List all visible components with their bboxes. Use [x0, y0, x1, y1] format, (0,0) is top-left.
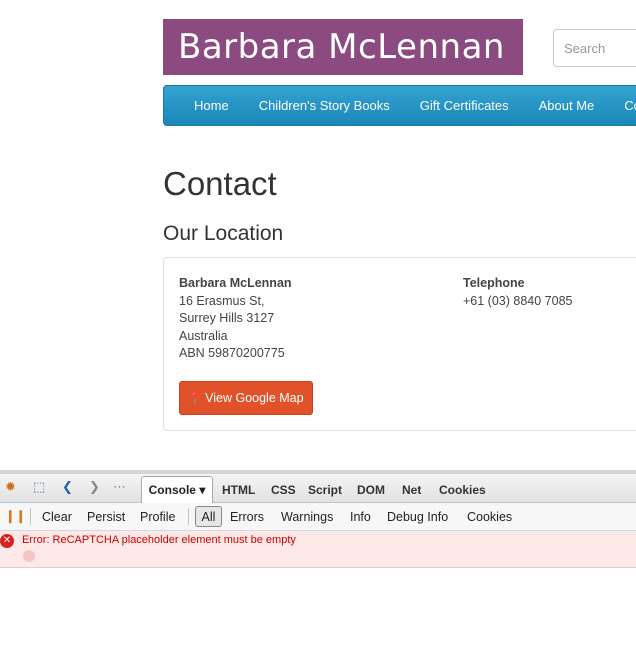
error-icon: ✕ [0, 534, 14, 548]
telephone-block: Telephone +61 (03) 8840 7085 [463, 275, 572, 310]
page-title: Contact [163, 165, 277, 202]
break-on-error-icon[interactable]: ❙❙ [5, 508, 26, 523]
console-error-row[interactable]: ✕ Error: ReCAPTCHA placeholder element m… [0, 531, 636, 568]
view-google-map-button[interactable]: 📍 View Google Map [179, 381, 313, 415]
toolbar-divider [30, 508, 31, 525]
tab-css[interactable]: CSS [271, 483, 296, 497]
address-block: Barbara McLennan 16 Erasmus St, Surrey H… [179, 275, 292, 363]
nav-childrens-story-books[interactable]: Children's Story Books [259, 98, 390, 113]
devtools-toolbar: ✹ ⬚ ❮ ❯ ⋯ Console ▾ HTML CSS Script DOM … [0, 474, 636, 503]
toolbar-divider [188, 508, 189, 525]
business-name: Barbara McLennan [179, 276, 292, 290]
tab-net[interactable]: Net [402, 483, 421, 497]
firebug-bug-icon[interactable]: ✹ [5, 480, 16, 495]
abn-number: ABN 59870200775 [179, 346, 285, 360]
expand-dot-icon[interactable] [23, 550, 35, 562]
location-panel: Barbara McLennan 16 Erasmus St, Surrey H… [163, 257, 636, 431]
search-input[interactable] [553, 29, 636, 67]
nav-contact[interactable]: Contact [624, 98, 636, 113]
filter-errors-button[interactable]: Errors [230, 510, 264, 524]
filter-info-button[interactable]: Info [350, 510, 371, 524]
telephone-label: Telephone [463, 276, 525, 290]
tab-dom[interactable]: DOM [357, 483, 385, 497]
filter-all-button[interactable]: All [195, 506, 222, 527]
persist-button[interactable]: Persist [87, 510, 125, 524]
error-message[interactable]: Error: ReCAPTCHA placeholder element mus… [22, 534, 296, 546]
profile-button[interactable]: Profile [140, 510, 175, 524]
console-toolbar: ❙❙ Clear Persist Profile All Errors Warn… [0, 503, 636, 531]
site-logo[interactable]: Barbara McLennan [163, 19, 523, 75]
view-google-map-label: View Google Map [205, 391, 304, 405]
nav-home[interactable]: Home [194, 98, 229, 113]
address-country: Australia [179, 328, 228, 343]
nav-about-me[interactable]: About Me [539, 98, 595, 113]
map-marker-icon: 📍 [188, 392, 203, 405]
main-nav: Home Children's Story Books Gift Certifi… [163, 85, 636, 126]
section-title: Our Location [163, 222, 284, 245]
address-street: 16 Erasmus St, [179, 293, 265, 308]
forward-arrow-icon[interactable]: ❯ [89, 480, 100, 495]
filter-debug-info-button[interactable]: Debug Info [387, 510, 448, 524]
telephone-number[interactable]: +61 (03) 8840 7085 [463, 293, 572, 311]
address-suburb: Surrey Hills 3127 [179, 311, 275, 325]
tab-console[interactable]: Console ▾ [141, 476, 213, 503]
back-arrow-icon[interactable]: ❮ [62, 480, 73, 495]
tab-html[interactable]: HTML [222, 483, 255, 497]
filter-cookies-button[interactable]: Cookies [467, 510, 512, 524]
tab-script[interactable]: Script [308, 483, 342, 497]
filter-warnings-button[interactable]: Warnings [281, 510, 333, 524]
clear-button[interactable]: Clear [42, 510, 72, 524]
inspect-icon[interactable]: ⬚ [33, 480, 45, 495]
tab-cookies[interactable]: Cookies [439, 483, 486, 497]
nav-gift-certificates[interactable]: Gift Certificates [420, 98, 509, 113]
command-line-icon[interactable]: ⋯ [113, 480, 126, 495]
